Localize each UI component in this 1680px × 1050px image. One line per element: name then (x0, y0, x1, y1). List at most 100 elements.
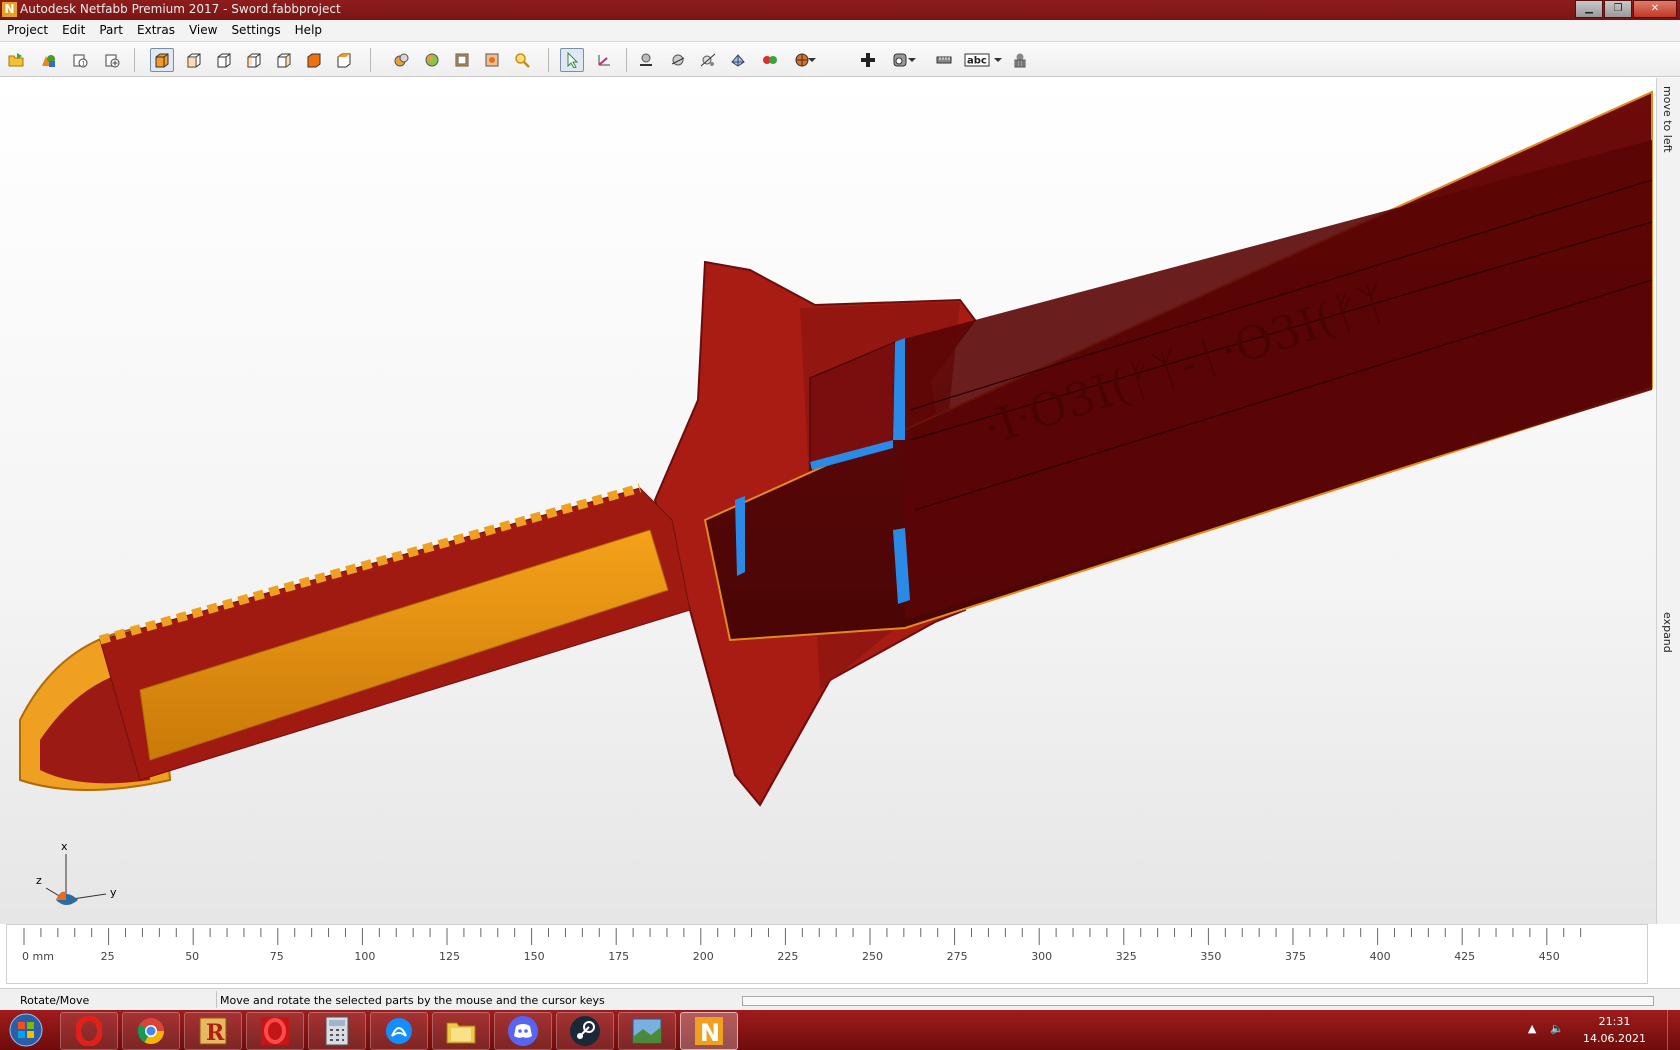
view-left-icon[interactable] (242, 48, 266, 72)
move-axis-icon[interactable] (592, 48, 616, 72)
ruler-label: 350 (1200, 950, 1221, 963)
lasso-dropdown-icon[interactable] (906, 48, 918, 72)
ruler-label: 250 (862, 950, 883, 963)
add-repair-icon[interactable] (100, 48, 124, 72)
open-project-icon[interactable] (4, 48, 28, 72)
toolbar: 1 abc (0, 42, 1680, 77)
file-explorer-icon[interactable] (432, 1012, 490, 1050)
color-spheres-icon[interactable] (758, 48, 782, 72)
ruler-label: 175 (608, 950, 629, 963)
zoom-all-icon[interactable] (420, 48, 444, 72)
svg-text:1: 1 (81, 61, 85, 68)
system-tray: ▲ 🔈 (1528, 1022, 1564, 1035)
view-back-icon[interactable] (212, 48, 236, 72)
axis-x-label: x (61, 840, 68, 853)
add-cross-icon[interactable] (856, 48, 880, 72)
ruler-label: 225 (777, 950, 798, 963)
ruler-label: 150 (524, 950, 545, 963)
window-title: Autodesk Netfabb Premium 2017 - Sword.fa… (20, 2, 341, 16)
zoom-parts-icon[interactable] (390, 48, 414, 72)
abc-dropdown-icon[interactable] (992, 48, 1004, 72)
ruler-label: 425 (1454, 950, 1475, 963)
bin-icon[interactable] (1008, 48, 1032, 72)
ruler-label: 275 (947, 950, 968, 963)
volume-icon[interactable]: 🔈 (1550, 1022, 1564, 1035)
battle-net-icon[interactable] (370, 1012, 428, 1050)
3d-viewport[interactable]: ·I·O3I(ᚠᛉ-ᛁ·O3I(ᚠᛉ x y z (0, 78, 1656, 924)
ruler-label: 0 mm (22, 950, 54, 963)
progress-bar (742, 996, 1654, 1006)
ruler-label: 325 (1116, 950, 1137, 963)
close-button[interactable]: ✕ (1633, 0, 1677, 18)
magnifier-icon[interactable] (510, 48, 534, 72)
axis-z-label: z (36, 874, 42, 887)
measure-points-icon[interactable] (696, 48, 720, 72)
select-cursor-icon[interactable] (560, 48, 584, 72)
ruler-scale: 0 mm 25 50 75 100 125 150 175 200 225 250 275 300 325… (22, 928, 1582, 963)
ruler-label: 50 (185, 950, 199, 963)
steam-icon[interactable] (556, 1012, 614, 1050)
ruler-label: 100 (354, 950, 375, 963)
status-mode: Rotate/Move (20, 994, 90, 1007)
title-bar: N Autodesk Netfabb Premium 2017 - Sword.… (0, 0, 1680, 20)
netfabb-app-icon[interactable]: N (2, 2, 17, 17)
menu-extras[interactable]: Extras (130, 20, 182, 41)
taskbar: R N ▲ 🔈 21:31 14.06.2021 (0, 1010, 1680, 1050)
ruler: 0 mm 25 50 75 100 125 150 175 200 225 250 275 300 325… (6, 924, 1648, 984)
svg-text:N: N (700, 1019, 720, 1046)
view-top-icon[interactable] (302, 48, 326, 72)
axis-triad: x y z (30, 838, 120, 918)
menu-view[interactable]: View (182, 20, 224, 41)
render-dropdown-icon[interactable] (806, 48, 818, 72)
chrome-icon[interactable] (122, 1012, 180, 1050)
opera-icon[interactable] (60, 1012, 118, 1050)
status-message: Move and rotate the selected parts by th… (220, 994, 605, 1007)
view-right-icon[interactable] (272, 48, 296, 72)
r-app-icon[interactable]: R (184, 1012, 242, 1050)
svg-text:abc: abc (967, 56, 987, 67)
axis-y-label: y (110, 886, 117, 899)
netfabb-icon[interactable]: N (680, 1012, 738, 1050)
section-icon[interactable] (666, 48, 690, 72)
calculator-icon[interactable] (308, 1012, 366, 1050)
ruler-label: 200 (693, 950, 714, 963)
mesh-icon[interactable] (726, 48, 750, 72)
menu-edit[interactable]: Edit (55, 20, 92, 41)
ruler-label: 300 (1031, 950, 1052, 963)
part-info-icon[interactable]: 1 (68, 48, 92, 72)
photo-viewer-icon[interactable] (618, 1012, 676, 1050)
clock-time: 21:31 (1598, 1015, 1631, 1028)
show-desktop-button[interactable] (1667, 1010, 1680, 1050)
status-bar: Rotate/Move Move and rotate the selected… (0, 988, 1680, 1011)
svg-text:R: R (206, 1020, 225, 1046)
menu-settings[interactable]: Settings (224, 20, 287, 41)
clock[interactable]: 21:31 14.06.2021 (1583, 1013, 1646, 1047)
discord-icon[interactable] (494, 1012, 552, 1050)
move-to-left-button[interactable]: move to left (1661, 86, 1674, 153)
menu-help[interactable]: Help (288, 20, 329, 41)
expand-button[interactable]: expand (1661, 612, 1674, 653)
menu-project[interactable]: Project (0, 20, 55, 41)
opera-gx-icon[interactable] (246, 1012, 304, 1050)
windows-start-icon[interactable] (4, 1012, 48, 1048)
tray-expand-icon[interactable]: ▲ (1528, 1022, 1536, 1035)
side-panel: move to left expand (1656, 78, 1680, 924)
view-bottom-icon[interactable] (332, 48, 356, 72)
view-front-icon[interactable] (182, 48, 206, 72)
maximize-button[interactable]: ❐ (1604, 0, 1632, 18)
ruler-icon[interactable] (932, 48, 956, 72)
cut-plane-icon[interactable] (634, 48, 658, 72)
minimize-button[interactable]: ▁ (1575, 0, 1603, 18)
abc-label-icon[interactable]: abc (962, 48, 992, 72)
ruler-label: 375 (1285, 950, 1306, 963)
menu-part[interactable]: Part (92, 20, 130, 41)
zoom-selected-icon[interactable] (450, 48, 474, 72)
clock-date: 14.06.2021 (1583, 1032, 1646, 1045)
add-part-icon[interactable] (36, 48, 60, 72)
view-solid-icon[interactable] (150, 48, 174, 72)
zoom-window-icon[interactable] (480, 48, 504, 72)
ruler-label: 450 (1539, 950, 1560, 963)
ruler-label: 75 (270, 950, 284, 963)
ruler-label: 125 (439, 950, 460, 963)
sword-model[interactable]: ·I·O3I(ᚠᛉ-ᛁ·O3I(ᚠᛉ (0, 78, 1656, 924)
